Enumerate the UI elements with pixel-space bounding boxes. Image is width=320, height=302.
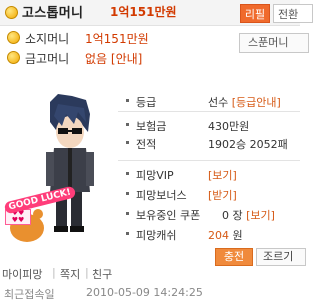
bullet-icon [126, 141, 129, 144]
coupon-count: 0 장 [222, 209, 243, 222]
vip-link[interactable]: [보기] [208, 167, 237, 183]
vault-label: 금고머니 [25, 52, 70, 66]
header-panel: 고스톱머니 1억151만원 리필 전환 소지머니 1억151만원 금고머니 없음… [0, 0, 313, 70]
bullet-icon [126, 172, 129, 175]
vip-row: 피망VIP [보기] [118, 165, 300, 184]
holdings-value: 430만원 [208, 120, 250, 133]
divider: | [85, 266, 89, 279]
pmang-cash-label: 피망캐쉬 [136, 229, 177, 242]
cash-amount: 204 [208, 229, 229, 242]
cash-info-row: 피망캐쉬 204 원 [118, 225, 300, 244]
last-login-value: 2010-05-09 14:24:25 [86, 286, 203, 299]
my-pmang-link[interactable]: 마이피망 [2, 266, 42, 282]
rank-info-link[interactable]: [등급안내] [232, 96, 281, 109]
rank-value: 선수 [등급안내] [208, 94, 281, 110]
bullet-icon [126, 232, 129, 235]
coupon-link[interactable]: [보기] [246, 209, 275, 222]
player-bar: 고스톱머니 1억151만원 리필 전환 [0, 0, 313, 26]
transfer-button[interactable]: 전환 [273, 4, 313, 23]
vault-value[interactable]: 없음 [안내] [85, 50, 142, 67]
bullet-icon [126, 123, 129, 126]
game-name: 고스톱머니 [22, 6, 84, 21]
last-login: 최근접속일 2010-05-09 14:24:25 [0, 286, 300, 301]
divider: | [52, 266, 56, 279]
coupon-label: 보유중인 쿠폰 [136, 209, 201, 222]
record-row: 전적 1902승 2052패 [118, 134, 300, 153]
coin-icon [7, 51, 20, 64]
spoon-money-button[interactable]: 스푼머니 [239, 33, 309, 53]
bullet-icon [126, 212, 129, 215]
rank-text: 선수 [208, 96, 229, 109]
friends-link[interactable]: 친구 [92, 266, 112, 282]
refill-button[interactable]: 리필 [240, 4, 270, 23]
cash-row: 소지머니 1억151만원 [0, 28, 230, 48]
divider [118, 160, 300, 161]
vault-row: 금고머니 없음 [안내] [0, 48, 230, 68]
record-value: 1902승 2052패 [208, 138, 288, 151]
cash-unit: 원 [232, 229, 243, 242]
rank-row: 등급 선수 [등급안내] [118, 92, 300, 111]
request-button[interactable]: 조르기 [256, 248, 306, 266]
coin-icon [7, 31, 20, 44]
divider [118, 111, 300, 112]
rank-label: 등급 [136, 96, 157, 109]
bonus-row: 피망보너스 [받기] [118, 185, 300, 204]
cash-label: 소지머니 [25, 32, 70, 46]
cash-value: 1억151만원 [85, 32, 149, 46]
message-link[interactable]: 쪽지 [60, 266, 80, 282]
bullet-icon [126, 99, 129, 102]
coupon-value: 0 장 [보기] [222, 207, 275, 223]
record-label: 전적 [136, 138, 157, 151]
holdings-label: 보험금 [136, 120, 167, 133]
vip-label: 피망VIP [136, 169, 174, 182]
bonus-label: 피망보너스 [136, 189, 187, 202]
avatar-subnav: 마이피망 | 쪽지 | 친구 [0, 266, 118, 282]
coupon-row: 보유중인 쿠폰 0 장 [보기] [118, 205, 300, 224]
bonus-link[interactable]: [받기] [208, 187, 237, 203]
game-money: 1억151만원 [110, 5, 177, 19]
coin-icon [5, 6, 18, 19]
avatar-panel: ♥♥ ♥♥ GOOD LUCK! [0, 86, 118, 254]
pmang-cash-value: 204 원 [208, 227, 243, 243]
charge-button[interactable]: 충전 [215, 248, 253, 266]
holdings-row: 보험금 430만원 [118, 116, 300, 135]
bullet-icon [126, 192, 129, 195]
